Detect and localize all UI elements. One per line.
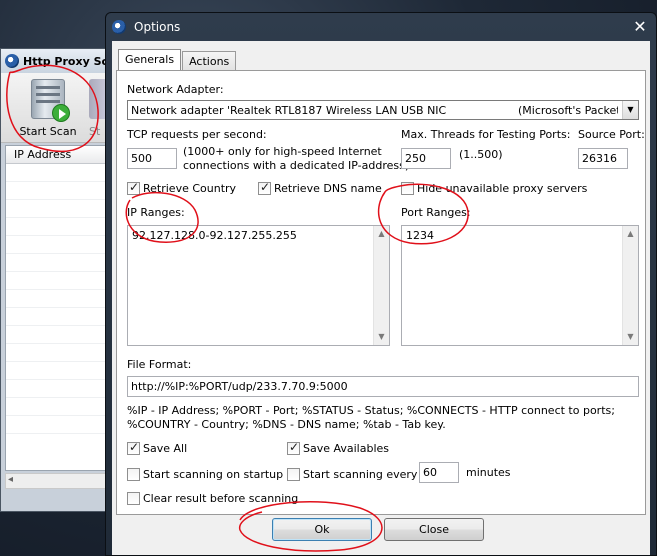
tcp-requests-input[interactable]: 500 xyxy=(127,148,177,169)
list-row xyxy=(6,398,110,416)
options-dialog: Options ✕ Generals Actions Network Adapt… xyxy=(105,12,657,556)
save-availables-label: Save Availables xyxy=(303,442,390,455)
clear-result-checkbox[interactable]: Clear result before scanning xyxy=(127,492,298,505)
max-threads-input[interactable]: 250 xyxy=(401,148,451,169)
background-window-title: Http Proxy Scan xyxy=(23,54,111,68)
retrieve-country-label: Retrieve Country xyxy=(143,182,237,195)
ip-ranges-label: IP Ranges: xyxy=(127,206,185,219)
dialog-client-area: Generals Actions Network Adapter: Networ… xyxy=(112,41,650,555)
save-all-checkbox[interactable]: Save All xyxy=(127,440,188,455)
port-ranges-value: 1234 xyxy=(406,229,434,242)
start-scan-button[interactable]: Start Scan xyxy=(13,79,83,139)
close-icon[interactable]: ✕ xyxy=(630,18,650,36)
vertical-scrollbar[interactable]: ▲ ▼ xyxy=(373,226,389,345)
hide-unavailable-label: Hide unavailable proxy servers xyxy=(417,182,588,195)
background-toolbar: Start Scan St xyxy=(1,73,113,143)
generals-panel: Network Adapter: Network adapter 'Realte… xyxy=(116,70,646,515)
start-every-checkbox[interactable]: Start scanning every xyxy=(287,468,417,481)
source-port-input[interactable]: 26316 xyxy=(578,148,628,169)
app-icon xyxy=(5,54,19,68)
clear-result-label: Clear result before scanning xyxy=(143,492,299,505)
network-adapter-value: Network adapter 'Realtek RTL8187 Wireles… xyxy=(131,104,447,117)
ip-ranges-textarea[interactable]: 92.127.128.0-92.127.255.255 ▲ ▼ xyxy=(127,225,390,346)
horizontal-scrollbar[interactable] xyxy=(5,473,111,489)
list-row xyxy=(6,290,110,308)
start-every-unit: minutes xyxy=(466,466,511,479)
list-row xyxy=(6,164,110,182)
list-row xyxy=(6,380,110,398)
retrieve-dns-label: Retrieve DNS name xyxy=(274,182,382,195)
list-row xyxy=(6,236,110,254)
list-row xyxy=(6,182,110,200)
tab-generals[interactable]: Generals xyxy=(118,49,182,71)
file-format-input[interactable]: http://%IP:%PORT/udp/233.7.70.9:5000 xyxy=(127,376,639,397)
checkbox-unchecked[interactable] xyxy=(127,492,140,505)
checkbox-unchecked[interactable] xyxy=(127,468,140,481)
tab-actions[interactable]: Actions xyxy=(182,51,237,71)
checkbox-unchecked[interactable] xyxy=(401,182,414,195)
max-threads-range: (1..500) xyxy=(459,148,503,161)
start-every-label: Start scanning every xyxy=(303,468,418,481)
save-all-label: Save All xyxy=(143,442,188,455)
retrieve-dns-checkbox[interactable]: Retrieve DNS name xyxy=(258,180,382,195)
save-availables-checkbox[interactable]: Save Availables xyxy=(287,440,390,455)
format-help-line-1: %IP - IP Address; %PORT - Port; %STATUS … xyxy=(127,404,615,417)
checkbox-checked[interactable] xyxy=(127,180,140,195)
list-row xyxy=(6,344,110,362)
dialog-titlebar[interactable]: Options xyxy=(106,13,656,41)
list-row xyxy=(6,362,110,380)
tcp-requests-label: TCP requests per second: xyxy=(127,128,267,141)
close-button[interactable]: Close xyxy=(384,518,484,541)
column-header-ip-address[interactable]: IP Address xyxy=(6,146,110,164)
scroll-up-icon[interactable]: ▲ xyxy=(623,226,638,242)
results-list[interactable]: IP Address xyxy=(5,145,111,471)
scroll-down-icon[interactable]: ▼ xyxy=(374,329,389,345)
port-ranges-label: Port Ranges: xyxy=(401,206,471,219)
max-threads-label: Max. Threads for Testing Ports: xyxy=(401,128,571,141)
start-every-interval-input[interactable]: 60 xyxy=(419,462,459,483)
file-format-label: File Format: xyxy=(127,358,192,371)
start-scan-label: Start Scan xyxy=(19,125,77,138)
source-port-label: Source Port: xyxy=(578,128,645,141)
network-adapter-value-suffix: (Microsoft's Packet Sc xyxy=(518,104,618,117)
list-row xyxy=(6,308,110,326)
list-row xyxy=(6,200,110,218)
network-adapter-select[interactable]: Network adapter 'Realtek RTL8187 Wireles… xyxy=(127,100,639,120)
list-row xyxy=(6,254,110,272)
checkbox-checked[interactable] xyxy=(127,440,140,455)
start-on-startup-label: Start scanning on startup xyxy=(143,468,284,481)
background-app-window: Http Proxy Scan Start Scan St IP Address xyxy=(0,48,113,512)
ok-button[interactable]: Ok xyxy=(272,518,372,541)
list-row xyxy=(6,326,110,344)
checkbox-checked[interactable] xyxy=(287,440,300,455)
tab-strip: Generals Actions xyxy=(118,49,237,71)
ip-ranges-value: 92.127.128.0-92.127.255.255 xyxy=(132,229,297,242)
app-icon xyxy=(112,20,126,34)
tcp-requests-hint-1: (1000+ only for high-speed Internet xyxy=(183,145,382,158)
vertical-scrollbar[interactable]: ▲ ▼ xyxy=(622,226,638,345)
hide-unavailable-checkbox[interactable]: Hide unavailable proxy servers xyxy=(401,182,587,195)
format-help-line-2: %COUNTRY - Country; %DNS - DNS name; %ta… xyxy=(127,418,446,431)
scroll-up-icon[interactable]: ▲ xyxy=(374,226,389,242)
start-on-startup-checkbox[interactable]: Start scanning on startup xyxy=(127,468,283,481)
play-icon xyxy=(52,104,70,122)
list-row xyxy=(6,272,110,290)
format-help-text: %IP - IP Address; %PORT - Port; %STATUS … xyxy=(127,404,615,432)
server-play-icon xyxy=(31,79,70,122)
port-ranges-textarea[interactable]: 1234 ▲ ▼ xyxy=(401,225,639,346)
network-adapter-label: Network Adapter: xyxy=(127,83,224,96)
list-row xyxy=(6,416,110,434)
checkbox-checked[interactable] xyxy=(258,180,271,195)
retrieve-country-checkbox[interactable]: Retrieve Country xyxy=(127,180,237,195)
scroll-down-icon[interactable]: ▼ xyxy=(623,329,638,345)
background-window-titlebar: Http Proxy Scan xyxy=(1,49,111,73)
chevron-down-icon[interactable]: ▼ xyxy=(622,101,638,119)
list-row xyxy=(6,218,110,236)
checkbox-unchecked[interactable] xyxy=(287,468,300,481)
dialog-title: Options xyxy=(134,20,181,34)
tcp-requests-hint-2: connections with a dedicated IP-address) xyxy=(183,159,410,172)
